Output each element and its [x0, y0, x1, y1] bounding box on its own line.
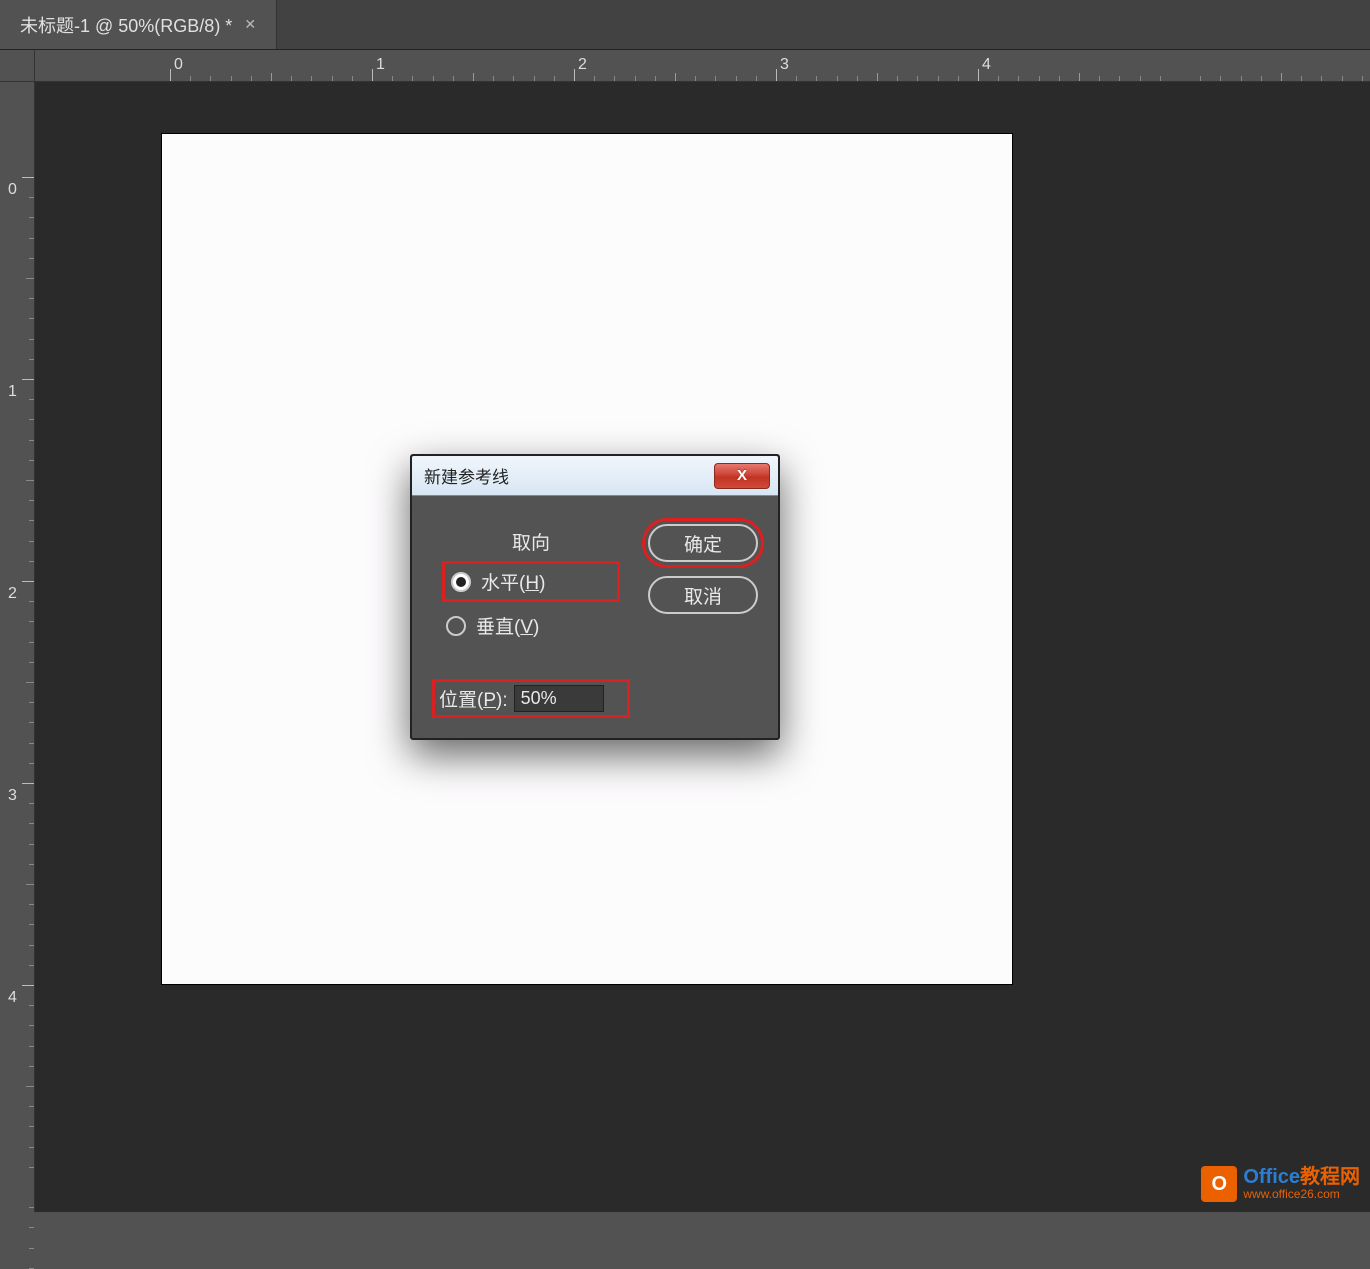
position-input[interactable]	[514, 685, 604, 712]
tab-title: 未标题-1 @ 50%(RGB/8) *	[20, 12, 232, 38]
radio-vertical[interactable]	[446, 616, 466, 636]
workspace: 0 1 2 3 4 0 1 2 3 4 新建参考线 X 取向	[0, 50, 1370, 1212]
radio-horizontal-row[interactable]: 水平(H)	[442, 561, 620, 602]
dialog-close-button[interactable]: X	[714, 463, 770, 489]
dialog-left-panel: 取向 水平(H) 垂直(V) 位置(P):	[432, 514, 630, 718]
radio-vertical-row[interactable]: 垂直(V)	[442, 606, 620, 645]
document-tab[interactable]: 未标题-1 @ 50%(RGB/8) * ✕	[0, 0, 277, 49]
ruler-h-label: 4	[982, 56, 991, 74]
ruler-v-label: 0	[8, 181, 17, 199]
ruler-v-label: 4	[8, 989, 17, 1007]
radio-horizontal[interactable]	[451, 572, 471, 592]
ruler-h-label: 3	[780, 56, 789, 74]
ruler-h-label: 2	[578, 56, 587, 74]
close-icon[interactable]: ✕	[244, 16, 256, 33]
dialog-titlebar[interactable]: 新建参考线 X	[412, 456, 778, 496]
dialog-body: 取向 水平(H) 垂直(V) 位置(P):	[412, 496, 778, 738]
orientation-legend: 取向	[442, 528, 620, 555]
dialog-right-panel: 确定 取消	[648, 514, 758, 718]
position-row: 位置(P):	[432, 679, 630, 718]
horizontal-ruler[interactable]: 0 1 2 3 4	[35, 50, 1370, 82]
ruler-v-label: 2	[8, 585, 17, 603]
position-label: 位置(P):	[439, 685, 508, 712]
close-icon: X	[737, 467, 747, 484]
dialog-title: 新建参考线	[424, 463, 509, 488]
ruler-h-label: 0	[174, 56, 183, 74]
ok-button[interactable]: 确定	[648, 524, 758, 562]
watermark-title: Office教程网	[1243, 1166, 1360, 1188]
watermark-icon: O	[1201, 1166, 1237, 1202]
watermark: O Office教程网 www.office26.com	[1201, 1166, 1360, 1202]
watermark-url: www.office26.com	[1243, 1188, 1360, 1201]
radio-horizontal-label: 水平(H)	[481, 568, 545, 595]
tab-bar: 未标题-1 @ 50%(RGB/8) * ✕	[0, 0, 1370, 50]
watermark-text: Office教程网 www.office26.com	[1243, 1166, 1360, 1201]
ruler-v-label: 1	[8, 383, 17, 401]
ruler-corner	[0, 50, 35, 82]
orientation-fieldset: 取向 水平(H) 垂直(V)	[432, 514, 630, 661]
cancel-button[interactable]: 取消	[648, 576, 758, 614]
radio-vertical-label: 垂直(V)	[476, 612, 539, 639]
vertical-ruler[interactable]: 0 1 2 3 4	[0, 82, 35, 1212]
ruler-v-label: 3	[8, 787, 17, 805]
new-guide-dialog: 新建参考线 X 取向 水平(H) 垂直(V)	[410, 454, 780, 740]
ruler-h-label: 1	[376, 56, 385, 74]
